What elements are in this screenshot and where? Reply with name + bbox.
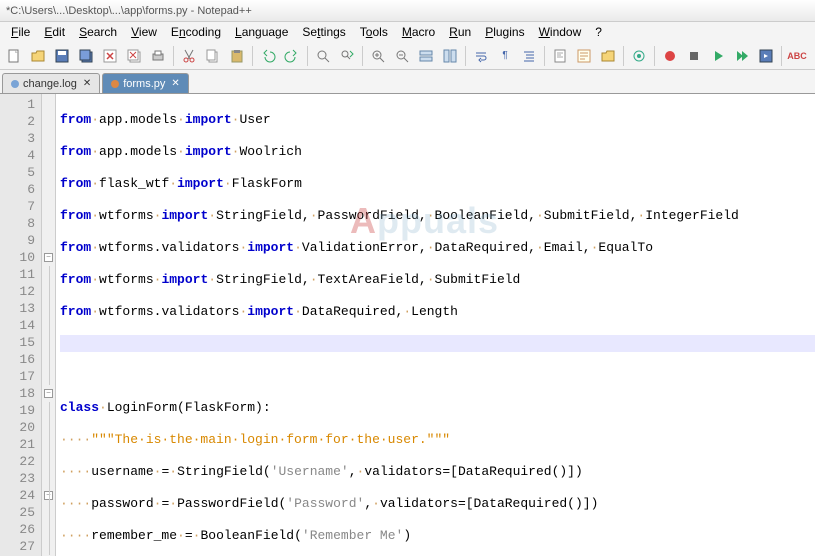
file-status-icon bbox=[11, 80, 19, 88]
fold-toggle-icon[interactable]: − bbox=[44, 253, 53, 262]
save-icon[interactable] bbox=[51, 45, 73, 67]
toolbar: ¶ ABC bbox=[0, 42, 815, 70]
menu-tools[interactable]: Tools bbox=[353, 23, 395, 41]
menu-search[interactable]: Search bbox=[72, 23, 124, 41]
redo-icon[interactable] bbox=[281, 45, 303, 67]
code-editor[interactable]: 1234567891011121314151617181920212223242… bbox=[0, 94, 815, 556]
tab-forms-py[interactable]: forms.py ✕ bbox=[102, 73, 189, 93]
stop-macro-icon[interactable] bbox=[683, 45, 705, 67]
menu-help[interactable]: ? bbox=[588, 23, 609, 41]
tab-label: change.log bbox=[23, 78, 77, 90]
doc-map-icon[interactable] bbox=[549, 45, 571, 67]
monitor-icon[interactable] bbox=[628, 45, 650, 67]
menu-encoding[interactable]: Encoding bbox=[164, 23, 228, 41]
func-list-icon[interactable] bbox=[573, 45, 595, 67]
wordwrap-icon[interactable] bbox=[470, 45, 492, 67]
menu-plugins[interactable]: Plugins bbox=[478, 23, 531, 41]
replace-icon[interactable] bbox=[336, 45, 358, 67]
show-all-chars-icon[interactable]: ¶ bbox=[494, 45, 516, 67]
undo-icon[interactable] bbox=[257, 45, 279, 67]
line-number-gutter: 1234567891011121314151617181920212223242… bbox=[0, 94, 42, 556]
zoom-out-icon[interactable] bbox=[391, 45, 413, 67]
new-file-icon[interactable] bbox=[3, 45, 25, 67]
play-multi-icon[interactable] bbox=[731, 45, 753, 67]
paste-icon[interactable] bbox=[226, 45, 248, 67]
copy-icon[interactable] bbox=[202, 45, 224, 67]
menu-window[interactable]: Window bbox=[532, 23, 589, 41]
sync-v-icon[interactable] bbox=[415, 45, 437, 67]
cut-icon[interactable] bbox=[178, 45, 200, 67]
cursor-line bbox=[60, 335, 815, 352]
tab-close-icon[interactable]: ✕ bbox=[171, 78, 179, 89]
sync-h-icon[interactable] bbox=[439, 45, 461, 67]
fold-gutter[interactable]: − − − bbox=[42, 94, 56, 556]
menu-settings[interactable]: Settings bbox=[295, 23, 352, 41]
menu-bar: FFileile Edit Search View Encoding Langu… bbox=[0, 22, 815, 42]
save-macro-icon[interactable] bbox=[755, 45, 777, 67]
window-title: *C:\Users\...\Desktop\...\app\forms.py -… bbox=[6, 5, 252, 17]
menu-view[interactable]: View bbox=[124, 23, 164, 41]
menu-edit[interactable]: Edit bbox=[37, 23, 72, 41]
play-macro-icon[interactable] bbox=[707, 45, 729, 67]
indent-guide-icon[interactable] bbox=[518, 45, 540, 67]
fold-toggle-icon[interactable]: − bbox=[44, 389, 53, 398]
code-area[interactable]: from·app.models·import·User from·app.mod… bbox=[56, 94, 815, 556]
find-icon[interactable] bbox=[312, 45, 334, 67]
tab-change-log[interactable]: change.log ✕ bbox=[2, 73, 100, 93]
record-macro-icon[interactable] bbox=[659, 45, 681, 67]
folder-ws-icon[interactable] bbox=[597, 45, 619, 67]
save-all-icon[interactable] bbox=[75, 45, 97, 67]
menu-macro[interactable]: Macro bbox=[395, 23, 442, 41]
tab-close-icon[interactable]: ✕ bbox=[83, 78, 91, 89]
spellcheck-icon[interactable]: ABC bbox=[786, 45, 808, 67]
menu-file[interactable]: FFileile bbox=[4, 23, 37, 41]
window-titlebar: *C:\Users\...\Desktop\...\app\forms.py -… bbox=[0, 0, 815, 22]
zoom-in-icon[interactable] bbox=[367, 45, 389, 67]
file-status-icon bbox=[111, 80, 119, 88]
tab-bar: change.log ✕ forms.py ✕ bbox=[0, 70, 815, 94]
print-icon[interactable] bbox=[147, 45, 169, 67]
open-file-icon[interactable] bbox=[27, 45, 49, 67]
menu-run[interactable]: Run bbox=[442, 23, 478, 41]
close-all-icon[interactable] bbox=[123, 45, 145, 67]
tab-label: forms.py bbox=[123, 78, 165, 90]
menu-language[interactable]: Language bbox=[228, 23, 295, 41]
close-icon[interactable] bbox=[99, 45, 121, 67]
